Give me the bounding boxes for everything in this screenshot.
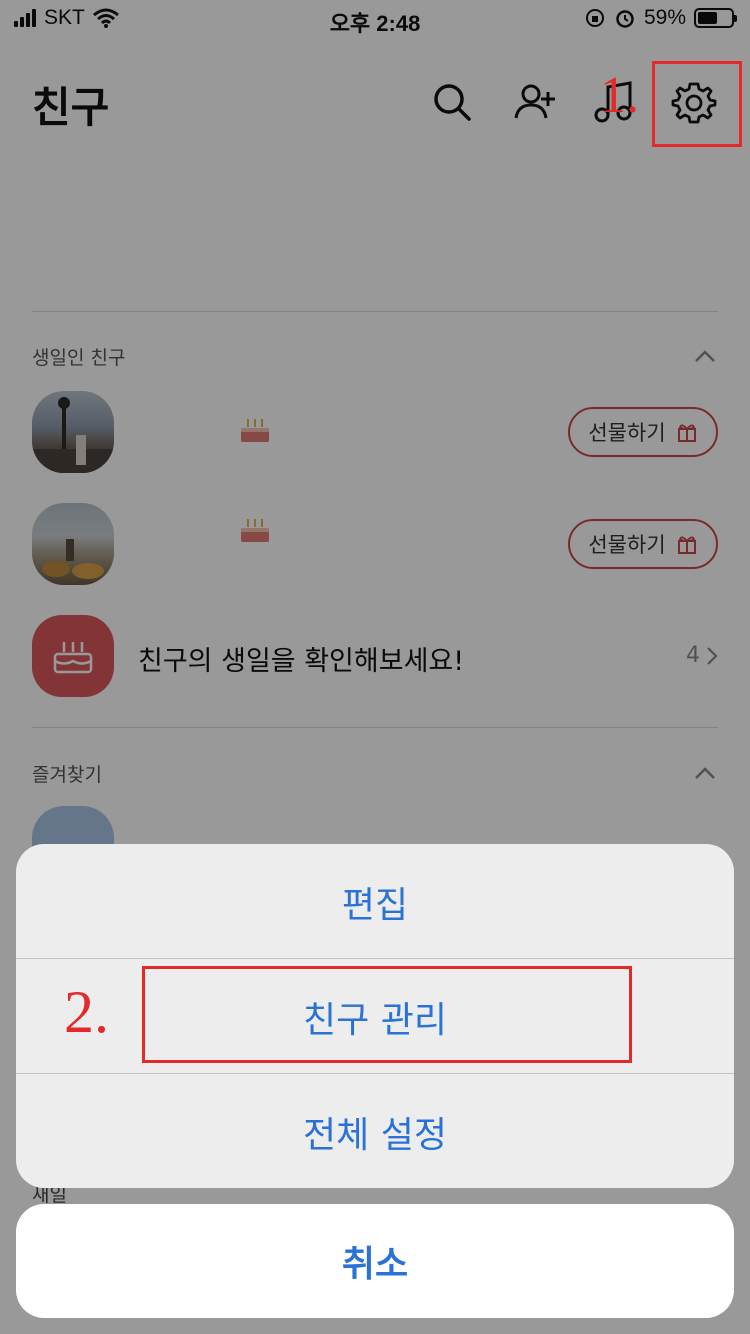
cancel-button[interactable]: 취소: [16, 1204, 734, 1318]
annotation-box-settings: [652, 61, 742, 147]
annotation-step-1: 1.: [600, 67, 639, 124]
all-settings-option[interactable]: 전체 설정: [16, 1074, 734, 1188]
edit-option[interactable]: 편집: [16, 844, 734, 959]
annotation-step-2: 2.: [64, 979, 109, 1045]
annotation-box-manage-friends: [142, 966, 632, 1063]
